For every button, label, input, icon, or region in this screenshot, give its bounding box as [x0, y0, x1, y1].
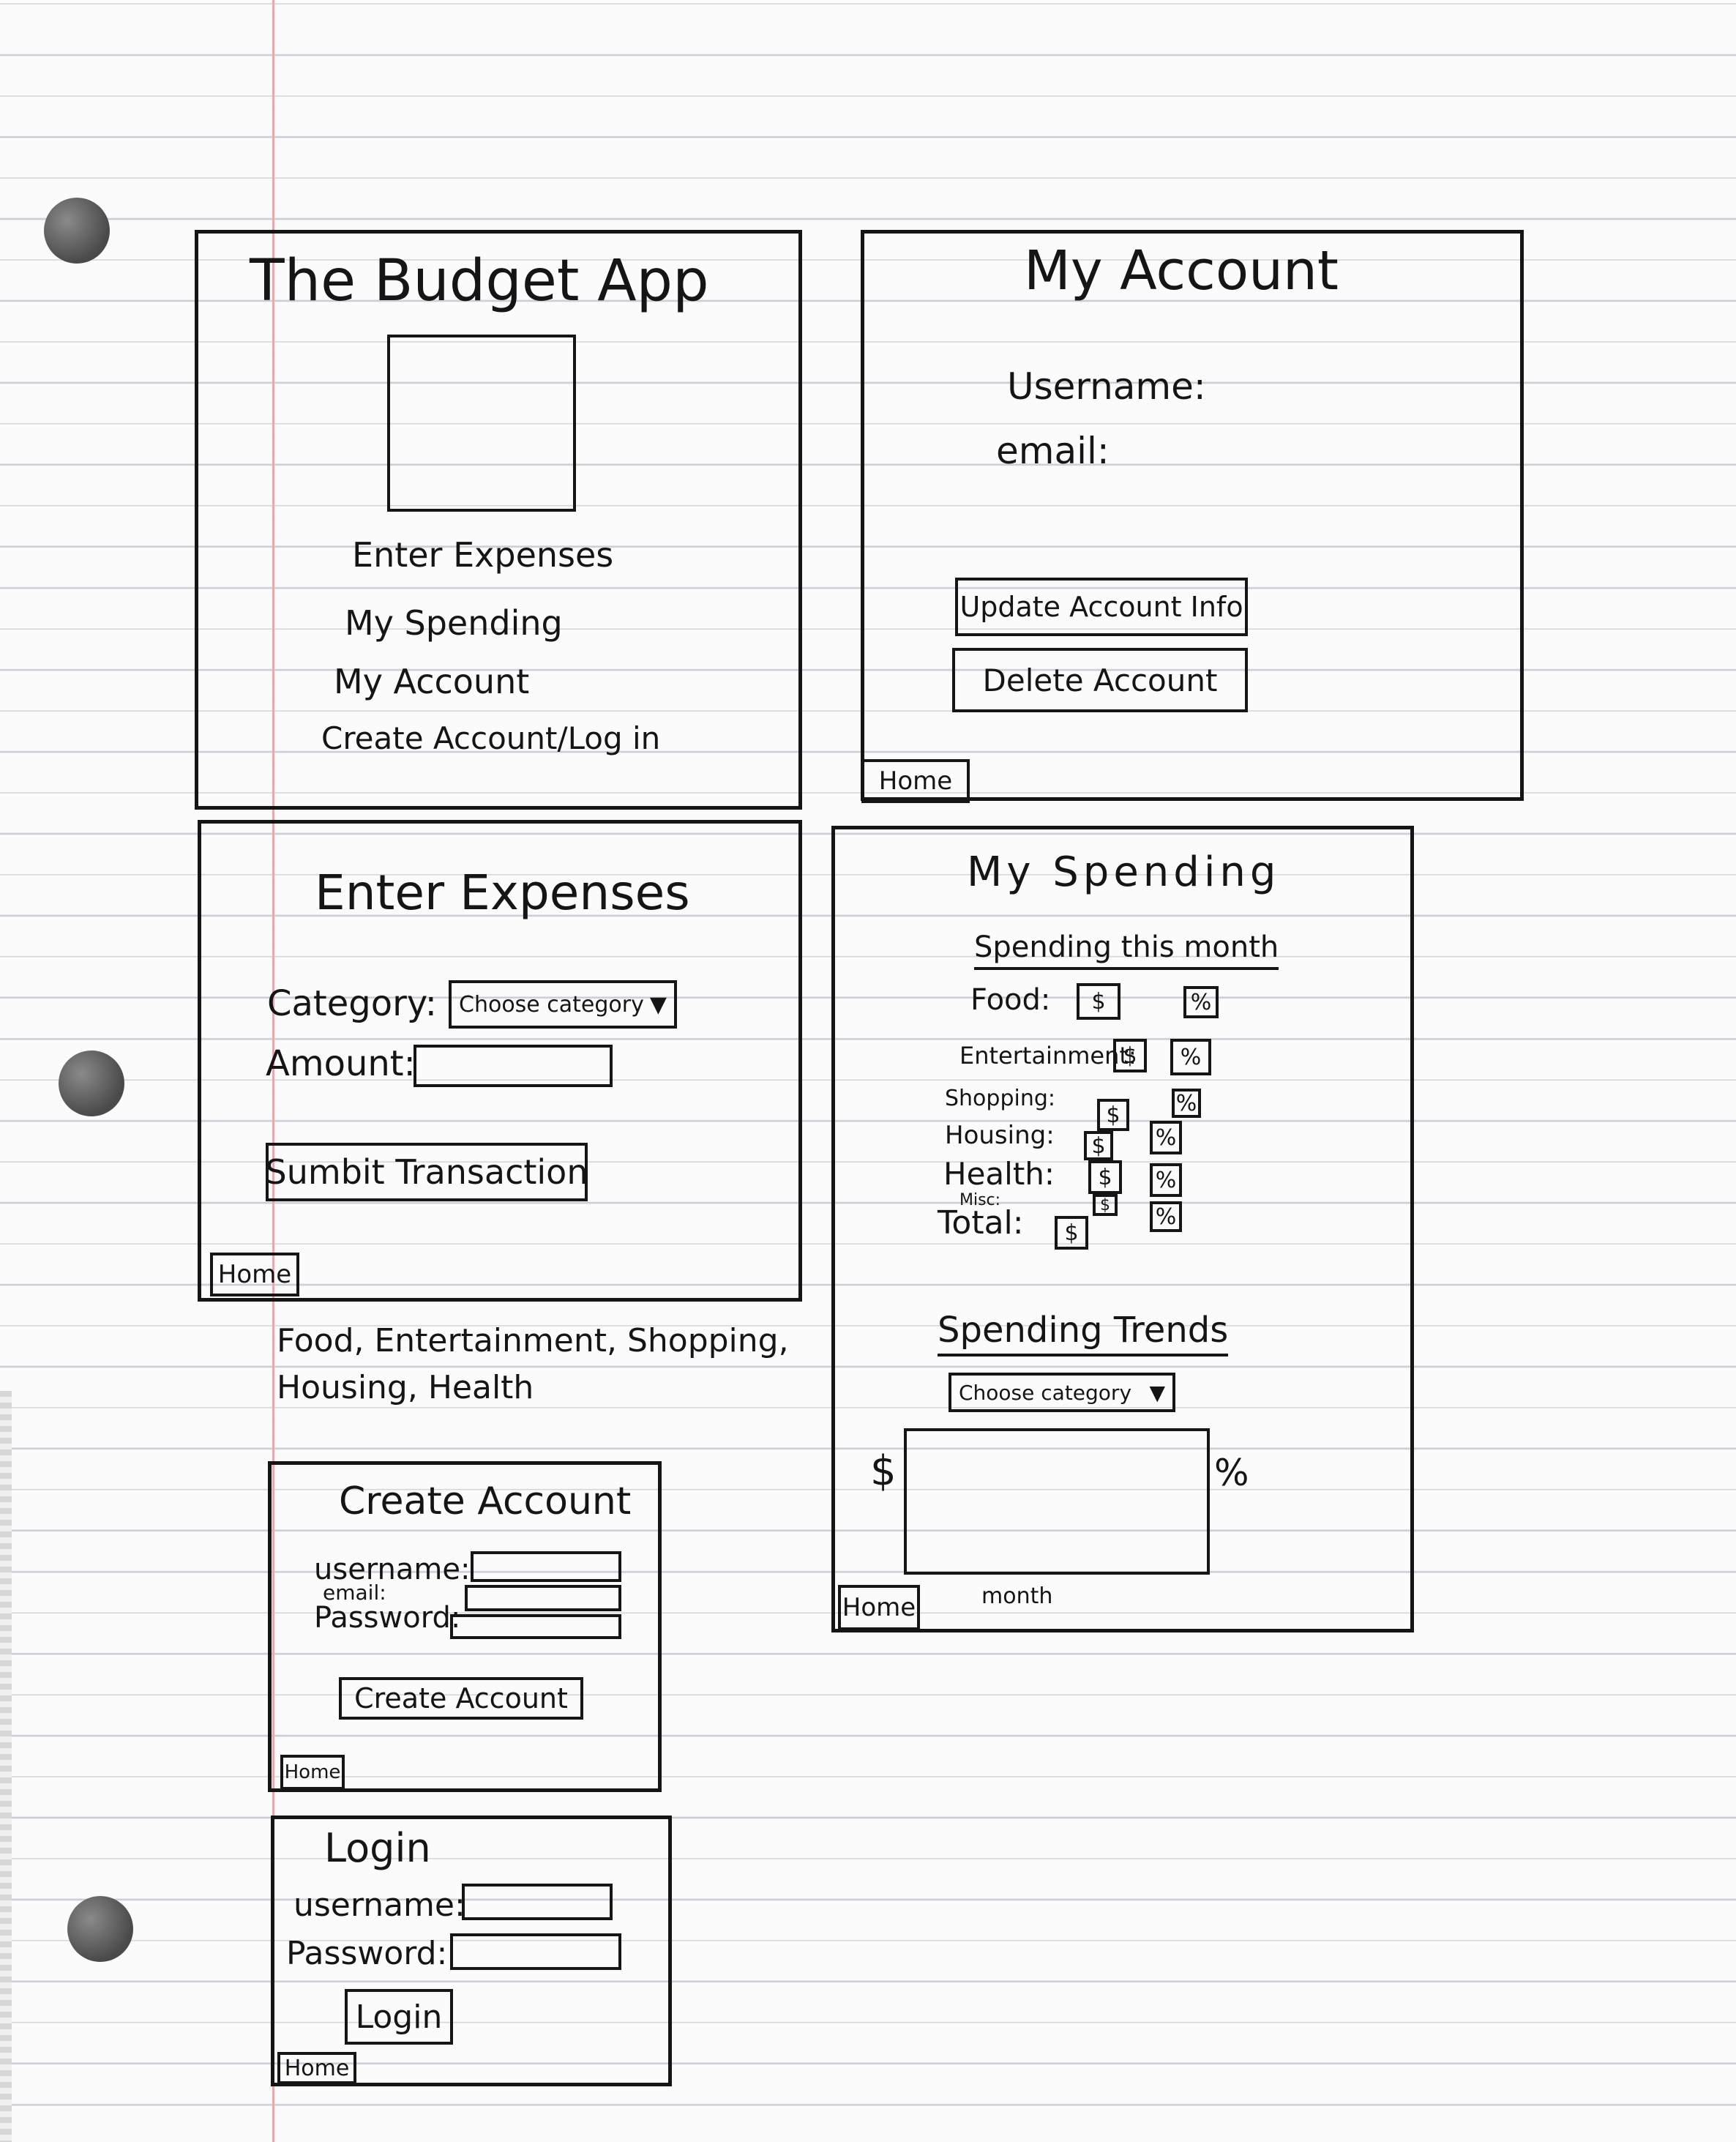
home-button[interactable]: Home: [861, 759, 970, 803]
entertainment-dollar-box: $: [1113, 1039, 1147, 1072]
my-spending-screen: My Spending Spending this month Food: $ …: [831, 826, 1414, 1632]
email-label: email:: [996, 430, 1110, 472]
nav-my-account[interactable]: My Account: [334, 662, 529, 701]
password-label: Password:: [314, 1601, 461, 1635]
health-dollar-box: $: [1088, 1160, 1122, 1194]
enter-expenses-title: Enter Expenses: [315, 865, 690, 921]
notebook-edge: [0, 1391, 12, 2142]
amount-input[interactable]: [414, 1045, 613, 1087]
home-button[interactable]: Home: [838, 1585, 920, 1630]
amount-label: Amount:: [266, 1043, 416, 1084]
category-label-shopping: Shopping:: [945, 1086, 1055, 1111]
shopping-percent-box: %: [1172, 1089, 1201, 1118]
category-label-health: Health:: [943, 1156, 1055, 1192]
food-dollar-box: $: [1077, 983, 1120, 1020]
my-account-title: My Account: [1024, 239, 1339, 302]
email-input[interactable]: [465, 1585, 621, 1611]
create-account-button[interactable]: Create Account: [339, 1677, 583, 1720]
username-label: username:: [293, 1887, 465, 1924]
chart-y-label-dollar: $: [870, 1447, 897, 1495]
binder-hole-top: [44, 198, 110, 264]
total-dollar-box: $: [1055, 1216, 1088, 1250]
category-label: Category:: [267, 983, 437, 1024]
chart-x-label-month: month: [981, 1583, 1053, 1609]
nav-my-spending[interactable]: My Spending: [345, 603, 563, 643]
health-percent-box: %: [1150, 1163, 1182, 1197]
password-label: Password:: [286, 1935, 448, 1972]
login-title: Login: [324, 1825, 431, 1871]
username-input[interactable]: [471, 1551, 621, 1582]
misc-dollar-box: $: [1093, 1194, 1118, 1216]
submit-transaction-button[interactable]: Sumbit Transaction: [266, 1143, 588, 1201]
trends-select-value: Choose category: [959, 1380, 1132, 1405]
binder-hole-middle: [59, 1051, 124, 1116]
my-spending-title: My Spending: [967, 848, 1281, 896]
category-label-entertainment: Entertainment:: [959, 1042, 1137, 1070]
delete-account-button[interactable]: Delete Account: [952, 648, 1248, 712]
chart-y-label-percent: %: [1214, 1452, 1249, 1494]
category-label-food: Food:: [970, 983, 1051, 1017]
binder-hole-bottom: [67, 1896, 133, 1962]
login-button[interactable]: Login: [345, 1989, 453, 2045]
chevron-down-icon: ▼: [1149, 1380, 1165, 1405]
create-account-title: Create Account: [339, 1479, 632, 1523]
nav-enter-expenses[interactable]: Enter Expenses: [352, 535, 613, 575]
home-screen: The Budget App Enter Expenses My Spendin…: [195, 230, 802, 810]
enter-expenses-screen: Enter Expenses Category: Choose category…: [198, 820, 802, 1302]
trends-category-select[interactable]: Choose category ▼: [949, 1373, 1175, 1412]
username-label: Username:: [1007, 365, 1206, 408]
home-button[interactable]: Home: [280, 1755, 345, 1790]
category-label-housing: Housing:: [945, 1121, 1055, 1150]
logo-placeholder: [387, 335, 576, 512]
password-input[interactable]: [450, 1614, 621, 1639]
update-account-button[interactable]: Update Account Info: [955, 578, 1248, 636]
housing-dollar-box: $: [1084, 1131, 1113, 1160]
food-percent-box: %: [1183, 986, 1219, 1018]
login-screen: Login username: Password: Login Home: [271, 1816, 672, 2086]
spending-trends-chart: [904, 1428, 1210, 1575]
my-account-screen: My Account Username: email: Update Accou…: [861, 230, 1524, 803]
spending-this-month-heading: Spending this month: [974, 930, 1279, 970]
home-title: The Budget App: [250, 248, 709, 314]
category-select[interactable]: Choose category ▼: [449, 980, 677, 1029]
housing-percent-box: %: [1150, 1121, 1182, 1154]
category-select-value: Choose category: [459, 991, 644, 1018]
entertainment-percent-box: %: [1170, 1039, 1211, 1075]
category-options-note: Food, Entertainment, Shopping, Housing, …: [277, 1322, 789, 1406]
nav-create-account-login[interactable]: Create Account/Log in: [321, 720, 660, 756]
chevron-down-icon: ▼: [649, 991, 667, 1018]
spending-trends-heading: Spending Trends: [938, 1310, 1229, 1357]
create-account-screen: Create Account username: email: Password…: [268, 1461, 662, 1792]
misc-percent-box: %: [1150, 1201, 1182, 1232]
home-button[interactable]: Home: [210, 1253, 299, 1296]
category-label-total: Total:: [938, 1204, 1024, 1242]
password-input[interactable]: [450, 1933, 621, 1970]
shopping-dollar-box: $: [1097, 1099, 1129, 1131]
username-input[interactable]: [462, 1884, 613, 1920]
home-button[interactable]: Home: [277, 2052, 356, 2084]
